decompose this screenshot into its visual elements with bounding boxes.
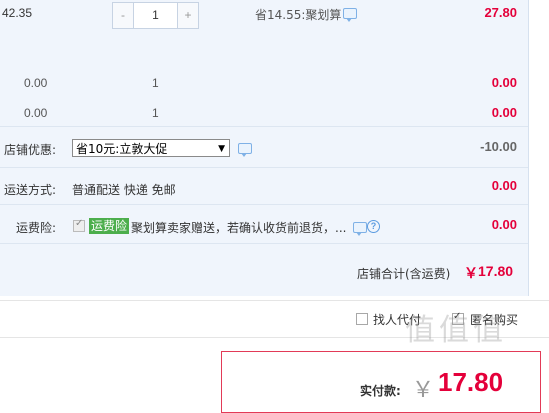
quantity-stepper[interactable]: - 1 + <box>112 2 199 29</box>
payment-value: 17.80 <box>438 367 504 397</box>
shop-discount-label: 店铺优惠: <box>4 143 57 157</box>
row-price: 0.00 <box>24 106 48 120</box>
insurance-text: 聚划算卖家赠送，若确认收货前退货，... <box>131 221 347 235</box>
shop-total-currency: ￥ <box>464 265 478 281</box>
row-subtotal: 0.00 <box>491 75 517 90</box>
divider <box>0 243 528 244</box>
divider <box>0 126 528 127</box>
shop-total-value: 17.80 <box>478 263 514 279</box>
insurance-amount: 0.00 <box>491 217 517 232</box>
item-subtotal: 27.80 <box>484 5 517 20</box>
shop-discount-selected: 省10元:立敦大促 <box>76 142 168 156</box>
chat-icon[interactable] <box>343 8 357 22</box>
row-qty: 1 <box>152 76 159 90</box>
qty-input[interactable]: 1 <box>133 3 178 28</box>
dropdown-arrow-icon: ▼ <box>218 144 225 154</box>
watermark: 值值值 <box>405 313 507 348</box>
help-icon[interactable]: ? <box>367 220 380 233</box>
insurance-tag: 运费险 <box>89 218 130 234</box>
row-price: 0.00 <box>24 76 48 90</box>
shop-discount-amount: -10.00 <box>480 139 517 154</box>
shop-discount-select[interactable]: 省10元:立敦大促 ▼ <box>72 139 230 157</box>
shipping-label: 运送方式: <box>4 183 57 197</box>
row-qty: 1 <box>152 106 159 120</box>
payment-label: 实付款: <box>360 384 401 398</box>
qty-plus-button[interactable]: + <box>178 3 198 28</box>
shipping-value: 普通配送 快递 免邮 <box>72 183 176 197</box>
shop-total-label: 店铺合计(含运费) <box>357 267 451 281</box>
payment-currency: ￥ <box>412 377 435 402</box>
shipping-amount: 0.00 <box>491 178 517 193</box>
saving-text: 省14.55:聚划算 <box>255 8 342 22</box>
proxy-pay-checkbox[interactable] <box>356 313 368 325</box>
insurance-label: 运费险: <box>16 221 57 235</box>
divider <box>0 300 549 301</box>
divider <box>0 204 528 205</box>
insurance-checkbox <box>73 218 85 232</box>
row-subtotal: 0.00 <box>491 105 517 120</box>
divider <box>0 167 528 168</box>
qty-minus-button[interactable]: - <box>113 3 133 28</box>
chat-icon[interactable] <box>353 222 367 236</box>
unit-price: 42.35 <box>2 6 33 20</box>
chat-icon[interactable] <box>238 143 252 157</box>
